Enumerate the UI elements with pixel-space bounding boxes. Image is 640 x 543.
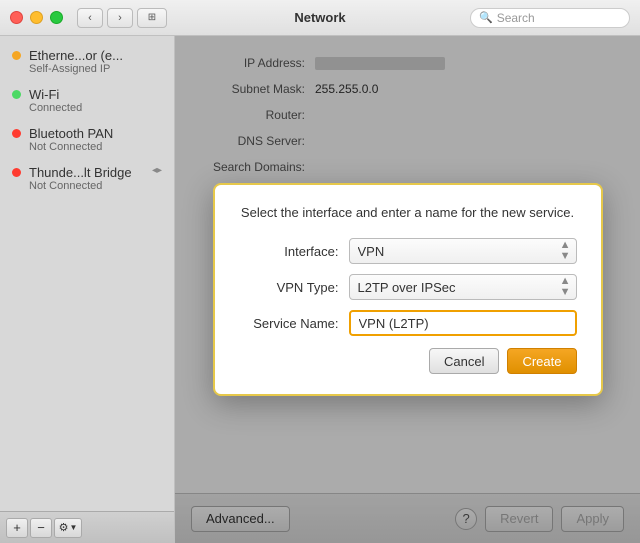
back-button[interactable]: ‹ [77, 8, 103, 28]
new-service-modal: Select the interface and enter a name fo… [213, 183, 603, 396]
grid-button[interactable]: ⊞ [137, 8, 167, 28]
interface-select-wrapper: VPN Ethernet Wi-Fi Bluetooth PAN ▲▼ [349, 238, 577, 264]
close-button[interactable] [10, 11, 23, 24]
create-button[interactable]: Create [507, 348, 576, 374]
status-dot-bluetooth [12, 129, 21, 138]
sidebar-item-bluetooth[interactable]: Bluetooth PAN Not Connected [0, 120, 174, 159]
vpn-type-row: VPN Type: L2TP over IPSec PPTP IKEv2 Cis… [239, 274, 577, 300]
network-name-thunderbolt: Thunde...lt Bridge [29, 165, 144, 180]
detail-panel: IP Address: Subnet Mask: 255.255.0.0 Rou… [175, 36, 640, 543]
modal-buttons: Cancel Create [239, 348, 577, 374]
service-name-row: Service Name: [239, 310, 577, 336]
vpn-type-select[interactable]: L2TP over IPSec PPTP IKEv2 Cisco IPSec [349, 274, 577, 300]
network-status-thunderbolt: Not Connected [29, 180, 144, 192]
traffic-lights [10, 11, 63, 24]
sidebar-toolbar: + − ⚙ ▼ [0, 511, 174, 543]
modal-overlay: Select the interface and enter a name fo… [175, 36, 640, 543]
modal-form: Interface: VPN Ethernet Wi-Fi Bluetooth … [239, 238, 577, 336]
network-status-ethernet: Self-Assigned IP [29, 63, 162, 75]
status-dot-wifi [12, 90, 21, 99]
vpn-type-select-wrapper: L2TP over IPSec PPTP IKEv2 Cisco IPSec ▲… [349, 274, 577, 300]
add-network-button[interactable]: + [6, 518, 28, 538]
network-status-bluetooth: Not Connected [29, 141, 162, 153]
main-content: Etherne...or (e... Self-Assigned IP Wi-F… [0, 36, 640, 543]
remove-network-button[interactable]: − [30, 518, 52, 538]
network-status-wifi: Connected [29, 102, 162, 114]
interface-row: Interface: VPN Ethernet Wi-Fi Bluetooth … [239, 238, 577, 264]
network-name-ethernet: Etherne...or (e... [29, 48, 162, 63]
gear-icon: ⚙ [59, 521, 69, 534]
network-list: Etherne...or (e... Self-Assigned IP Wi-F… [0, 36, 174, 511]
service-name-input[interactable] [349, 310, 577, 336]
search-box[interactable]: 🔍 Search [470, 8, 630, 28]
network-name-wifi: Wi-Fi [29, 87, 162, 102]
thunderbolt-arrows-icon: ◂▸ [152, 165, 162, 176]
window-title: Network [294, 10, 345, 25]
status-dot-ethernet [12, 51, 21, 60]
sidebar: Etherne...or (e... Self-Assigned IP Wi-F… [0, 36, 175, 543]
minimize-button[interactable] [30, 11, 43, 24]
sidebar-item-thunderbolt[interactable]: Thunde...lt Bridge Not Connected ◂▸ [0, 159, 174, 198]
vpn-type-label: VPN Type: [239, 280, 349, 295]
network-name-bluetooth: Bluetooth PAN [29, 126, 162, 141]
cancel-button[interactable]: Cancel [429, 348, 499, 374]
nav-buttons: ‹ › [77, 8, 133, 28]
search-icon: 🔍 [479, 11, 493, 24]
maximize-button[interactable] [50, 11, 63, 24]
chevron-down-icon: ▼ [69, 523, 77, 532]
sidebar-item-wifi[interactable]: Wi-Fi Connected [0, 81, 174, 120]
search-placeholder: Search [497, 11, 621, 25]
forward-button[interactable]: › [107, 8, 133, 28]
interface-label: Interface: [239, 244, 349, 259]
interface-select[interactable]: VPN Ethernet Wi-Fi Bluetooth PAN [349, 238, 577, 264]
gear-menu-button[interactable]: ⚙ ▼ [54, 518, 82, 538]
status-dot-thunderbolt [12, 168, 21, 177]
titlebar: ‹ › ⊞ Network 🔍 Search [0, 0, 640, 36]
service-name-label: Service Name: [239, 316, 349, 331]
sidebar-item-ethernet[interactable]: Etherne...or (e... Self-Assigned IP [0, 42, 174, 81]
modal-title: Select the interface and enter a name fo… [239, 205, 577, 220]
